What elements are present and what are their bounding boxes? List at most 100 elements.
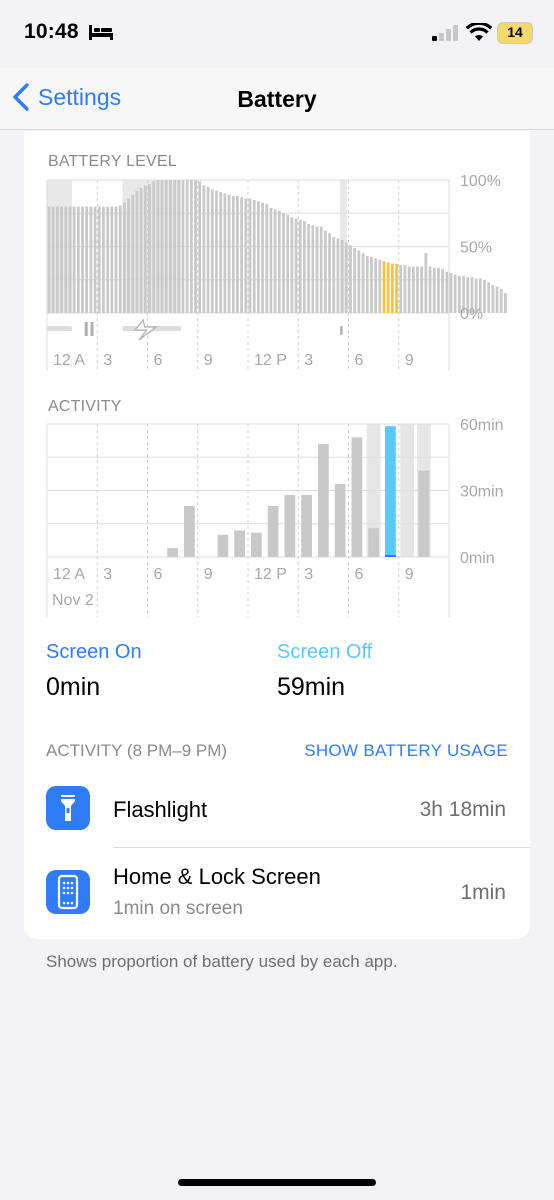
battery-percentage: 14 bbox=[507, 24, 523, 40]
activity-bar bbox=[318, 443, 329, 557]
pause-icon bbox=[84, 322, 88, 336]
home-lock-screen-icon bbox=[46, 870, 90, 914]
battery-bar bbox=[332, 237, 336, 313]
screen-on-bar bbox=[385, 555, 396, 557]
battery-bar bbox=[189, 180, 193, 313]
battery-bar bbox=[97, 206, 101, 313]
activity-bar bbox=[251, 532, 262, 557]
battery-bar bbox=[252, 199, 256, 313]
battery-bar bbox=[202, 185, 206, 313]
battery-bar bbox=[219, 191, 223, 313]
battery-bar bbox=[68, 206, 72, 313]
battery-bar bbox=[185, 180, 189, 313]
x-tick-label: 3 bbox=[304, 566, 313, 583]
show-battery-usage-button[interactable]: SHOW BATTERY USAGE bbox=[304, 741, 508, 761]
battery-bar bbox=[361, 253, 365, 313]
app-usage-time: 3h 18min bbox=[419, 798, 506, 821]
battery-bar bbox=[244, 198, 248, 313]
battery-bar bbox=[336, 238, 340, 313]
battery-bar bbox=[164, 180, 168, 313]
battery-bar bbox=[340, 239, 344, 313]
battery-bar bbox=[420, 266, 424, 313]
battery-bar bbox=[194, 180, 197, 313]
battery-bar bbox=[357, 250, 361, 313]
y-tick-label: 30min bbox=[460, 484, 504, 501]
app-row-home-lock-screen[interactable]: Home & Lock Screen 1min on screen 1min bbox=[24, 848, 530, 939]
battery-bar bbox=[206, 186, 210, 313]
x-tick-label: 9 bbox=[405, 566, 414, 583]
activity-bar bbox=[267, 506, 279, 557]
x-tick-label: 3 bbox=[103, 566, 112, 583]
battery-bar bbox=[248, 198, 252, 313]
battery-bar bbox=[453, 274, 457, 313]
activity-bar bbox=[351, 437, 363, 557]
battery-bar bbox=[277, 210, 281, 313]
battery-bar bbox=[236, 195, 239, 313]
status-bar: 10:48 14 bbox=[0, 0, 554, 68]
activity-bar bbox=[368, 528, 379, 557]
activity-bar bbox=[334, 483, 346, 557]
activity-bar bbox=[385, 426, 396, 557]
sleep-bed-icon bbox=[89, 25, 113, 40]
battery-bar bbox=[495, 286, 499, 313]
battery-bar bbox=[60, 206, 63, 313]
battery-bar bbox=[85, 206, 89, 313]
battery-bar bbox=[428, 266, 432, 313]
battery-bar bbox=[173, 180, 177, 313]
battery-bar bbox=[47, 206, 51, 313]
status-time: 10:48 bbox=[24, 20, 79, 43]
battery-bar bbox=[365, 255, 369, 313]
page-title: Battery bbox=[237, 86, 317, 112]
battery-bar bbox=[152, 181, 156, 313]
y-tick-label: 100% bbox=[460, 173, 501, 190]
battery-level-chart[interactable]: 100% 50% 0% 12 A 3 6 9 12 P 3 6 9 bbox=[24, 170, 530, 400]
battery-bar bbox=[307, 223, 311, 313]
battery-bar bbox=[303, 221, 306, 313]
activity-bar bbox=[284, 494, 296, 557]
app-name: Home & Lock Screen bbox=[113, 864, 321, 889]
battery-bar bbox=[240, 197, 244, 313]
battery-bar bbox=[395, 263, 398, 313]
screen-off-label: Screen Off bbox=[277, 641, 373, 663]
battery-bar bbox=[118, 205, 122, 313]
x-tick-label: 9 bbox=[204, 566, 213, 583]
activity-chart[interactable]: 60min 30min 0min 12 A 3 6 9 12 P 3 6 9 Nov 2 bbox=[24, 414, 530, 624]
screen-on-label: Screen On bbox=[46, 641, 142, 663]
battery-bar bbox=[135, 190, 139, 313]
x-tick-label: 12 P bbox=[254, 566, 287, 583]
battery-icon: 14 bbox=[497, 22, 533, 44]
x-tick-label: 6 bbox=[355, 352, 364, 369]
battery-bar bbox=[72, 206, 76, 313]
app-subtitle: 1min on screen bbox=[113, 898, 243, 919]
battery-bar bbox=[311, 225, 315, 313]
battery-bar bbox=[160, 180, 164, 313]
battery-bar bbox=[432, 267, 436, 313]
cellular-signal-icon bbox=[432, 25, 458, 41]
battery-bar bbox=[378, 259, 382, 313]
battery-bar bbox=[353, 247, 357, 313]
date-label: Nov 2 bbox=[52, 592, 94, 609]
battery-bar bbox=[169, 180, 172, 313]
home-indicator[interactable] bbox=[178, 1179, 376, 1186]
screen-on-value: 0min bbox=[46, 673, 101, 701]
x-tick-label: 6 bbox=[154, 566, 163, 583]
battery-bar bbox=[89, 206, 93, 313]
activity-bar bbox=[167, 548, 178, 557]
x-tick-label: 3 bbox=[304, 352, 313, 369]
battery-bar bbox=[298, 219, 302, 313]
battery-bar bbox=[445, 271, 449, 313]
battery-bar bbox=[81, 206, 84, 313]
battery-bar bbox=[290, 217, 294, 313]
battery-bar bbox=[441, 269, 445, 313]
battery-bar bbox=[328, 233, 331, 313]
x-tick-label: 9 bbox=[204, 352, 213, 369]
y-tick-label: 0min bbox=[460, 550, 495, 567]
battery-bar bbox=[265, 203, 269, 313]
wifi-icon bbox=[466, 23, 492, 41]
battery-bar bbox=[76, 206, 80, 313]
battery-bar bbox=[231, 195, 235, 313]
app-row-flashlight[interactable]: Flashlight 3h 18min bbox=[24, 768, 530, 848]
battery-bar bbox=[114, 206, 118, 313]
battery-bar bbox=[386, 262, 390, 313]
battery-bar bbox=[370, 257, 373, 313]
